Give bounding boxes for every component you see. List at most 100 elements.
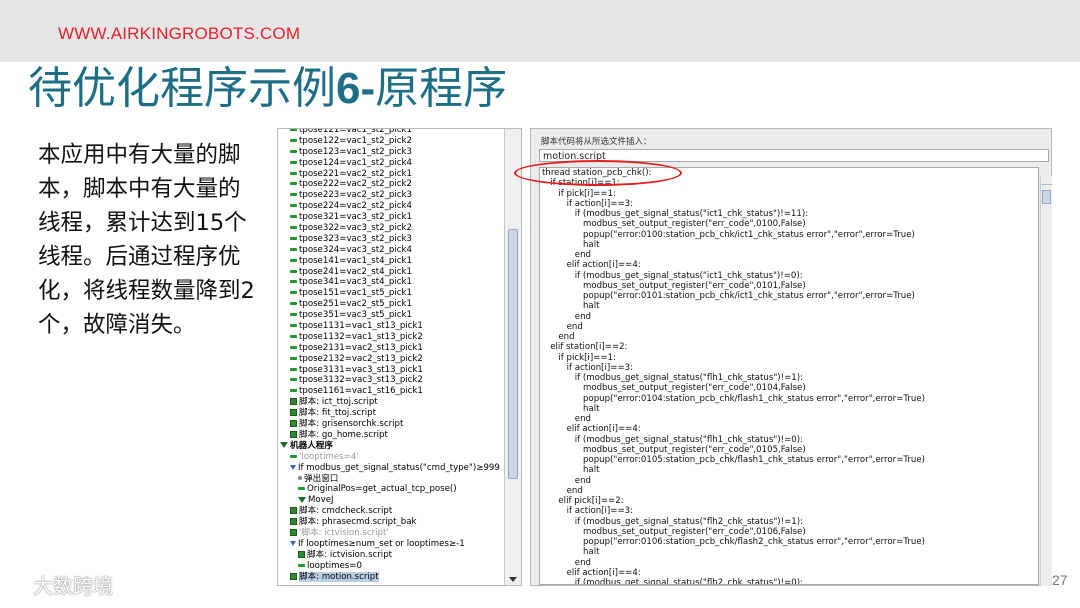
tree-node[interactable]: 弹出窗口 xyxy=(278,474,504,485)
assign-icon xyxy=(290,345,297,349)
tree-node[interactable]: 'looptimes=4' xyxy=(278,452,504,463)
code-line: end xyxy=(542,311,591,322)
assign-icon xyxy=(290,171,297,175)
assign-icon xyxy=(290,193,297,197)
tree-node[interactable]: tpose251=vac2_st5_pick1 xyxy=(278,299,504,310)
tree-node[interactable]: tpose322=vac3_st2_pick2 xyxy=(278,223,504,234)
tree-node[interactable]: tpose1161=vac1_st16_pick1 xyxy=(278,386,504,397)
tree-node[interactable]: tpose221=vac2_st2_pick1 xyxy=(278,169,504,180)
assign-icon xyxy=(290,313,297,317)
code-line: if pick[i]==1: xyxy=(542,188,616,199)
tree-node[interactable]: tpose2131=vac2_st13_pick1 xyxy=(278,343,504,354)
tree-node[interactable]: 脚本: motion.script xyxy=(278,571,504,583)
tree-node[interactable]: tpose121=vac1_st2_pick1 xyxy=(278,129,504,136)
code-line: popup("error:0106:station_pcb_chk/flash2… xyxy=(542,537,926,547)
code-line: popup("error:0105:station_pcb_chk/flash1… xyxy=(542,455,926,465)
tree-node-label: 脚本: ictvision.script xyxy=(307,549,393,560)
code-line: halt xyxy=(542,239,600,250)
tree-node[interactable]: tpose223=vac2_st2_pick3 xyxy=(278,190,504,201)
tree-node-label: tpose123=vac1_st2_pick3 xyxy=(299,146,412,157)
program-tree[interactable]: tpose121=vac1_st2_pick1 tpose122=vac1_st2… xyxy=(277,128,522,586)
script-editor-panel: 脚本代码将从所选文件插入： motion.script thread stati… xyxy=(530,128,1052,586)
code-line: halt xyxy=(542,301,600,312)
tree-node[interactable]: If looptimes≥num_set or looptimes≥-1 xyxy=(278,539,504,550)
code-scrollbar[interactable] xyxy=(1040,176,1052,586)
tree-node-label: 弹出窗口 xyxy=(304,473,339,484)
watermark: 大数跨境 xyxy=(4,570,113,599)
tree-list: tpose121=vac1_st2_pick1 tpose122=vac1_st2… xyxy=(278,129,504,583)
tree-node[interactable]: 机器人程序 xyxy=(278,441,504,452)
code-line: end xyxy=(542,250,591,260)
tree-node[interactable]: tpose122=vac1_st2_pick2 xyxy=(278,136,504,147)
code-line: modbus_set_output_register("err_code",01… xyxy=(542,444,806,455)
tree-node[interactable]: 脚本: ict_ttoj.script xyxy=(278,397,504,408)
title-num: 6- xyxy=(336,64,376,113)
code-line: if action[i]==3: xyxy=(542,362,634,373)
code-line: modbus_set_output_register("err_code",01… xyxy=(542,526,806,537)
tree-node[interactable]: tpose2132=vac2_st13_pick2 xyxy=(278,354,504,365)
scroll-down-arrow-icon[interactable] xyxy=(509,577,517,582)
title-cn2: 原程序 xyxy=(375,63,508,114)
script-icon xyxy=(290,420,297,428)
code-scroll-thumb[interactable] xyxy=(1042,190,1051,204)
tree-node[interactable]: '脚本: ictvision.script' xyxy=(278,528,504,539)
tree-node[interactable]: tpose224=vac2_st2_pick4 xyxy=(278,201,504,212)
tree-node[interactable]: MoveJ xyxy=(278,495,504,506)
popup-icon xyxy=(298,476,302,480)
assign-icon xyxy=(290,389,297,393)
tree-node[interactable]: tpose123=vac1_st2_pick3 xyxy=(278,147,504,158)
tree-node[interactable]: tpose341=vac3_st4_pick1 xyxy=(278,277,504,288)
tree-node[interactable]: looptimes=0 xyxy=(278,561,504,572)
tree-node[interactable]: tpose351=vac3_st5_pick1 xyxy=(278,310,504,321)
tree-node-label: tpose224=vac2_st2_pick4 xyxy=(299,201,412,212)
tree-node-label: OriginalPos=get_actual_tcp_pose() xyxy=(307,484,457,495)
code-area[interactable]: thread station_pcb_chk(): if station[i]=… xyxy=(539,167,1039,585)
tree-node-label: tpose322=vac3_st2_pick2 xyxy=(299,223,412,234)
script-icon xyxy=(290,572,297,580)
code-line: end xyxy=(542,321,583,332)
tree-node-label: If looptimes≥num_set or looptimes≥-1 xyxy=(298,538,465,549)
tree-node[interactable]: tpose241=vac2_st4_pick1 xyxy=(278,267,504,278)
tree-node[interactable]: tpose3132=vac3_st13_pick2 xyxy=(278,375,504,386)
assign-icon xyxy=(290,138,297,142)
tree-node-label: tpose124=vac1_st2_pick4 xyxy=(299,157,412,168)
tree-node[interactable]: tpose151=vac1_st5_pick1 xyxy=(278,288,504,299)
tree-node[interactable]: tpose1131=vac1_st13_pick1 xyxy=(278,321,504,332)
tree-node[interactable]: tpose222=vac2_st2_pick2 xyxy=(278,179,504,190)
tree-node-label: tpose2132=vac2_st13_pick2 xyxy=(299,353,423,364)
tree-node[interactable]: tpose3131=vac3_st13_pick1 xyxy=(278,365,504,376)
tree-node[interactable]: 脚本: ictvision.script xyxy=(278,550,504,561)
tree-node-label: If modbus_get_signal_status("cmd_type")≥… xyxy=(298,462,500,473)
scroll-up-arrow-icon[interactable] xyxy=(1041,176,1052,185)
tree-node[interactable]: 脚本: phrasecmd.script_bak xyxy=(278,517,504,528)
code-line: if pick[i]==1: xyxy=(542,352,616,363)
tree-scrollbar[interactable] xyxy=(504,129,521,585)
tree-node-label: tpose341=vac3_st4_pick1 xyxy=(299,277,412,288)
tree-node[interactable]: tpose141=vac1_st4_pick1 xyxy=(278,256,504,267)
tree-node[interactable]: 脚本: grisensorchk.script xyxy=(278,419,504,430)
assign-icon xyxy=(290,269,297,273)
tree-node-label: 机器人程序 xyxy=(290,440,333,451)
tree-node[interactable]: 脚本: cmdcheck.script xyxy=(278,506,504,517)
tree-node[interactable]: OriginalPos=get_actual_tcp_pose() xyxy=(278,484,504,495)
tree-node[interactable]: tpose321=vac3_st2_pick1 xyxy=(278,212,504,223)
code-line: end xyxy=(542,332,575,342)
assign-icon xyxy=(290,367,297,371)
script-icon xyxy=(290,398,297,406)
tree-node[interactable]: If modbus_get_signal_status("cmd_type")≥… xyxy=(278,463,504,474)
code-line: elif station[i]==2: xyxy=(542,342,628,353)
code-line: end xyxy=(542,485,583,496)
code-line: if (modbus_get_signal_status("flh1_chk_s… xyxy=(542,373,804,383)
tree-scroll-thumb[interactable] xyxy=(508,229,518,479)
tree-node[interactable]: tpose324=vac3_st2_pick4 xyxy=(278,245,504,256)
tree-node-label: 脚本: phrasecmd.script_bak xyxy=(299,517,417,528)
tree-node[interactable]: tpose124=vac1_st2_pick4 xyxy=(278,158,504,169)
script-icon xyxy=(290,518,297,526)
code-lines: thread station_pcb_chk(): if station[i]=… xyxy=(542,168,926,584)
tree-node[interactable]: tpose323=vac3_st2_pick3 xyxy=(278,234,504,245)
tree-node[interactable]: 脚本: fit_ttoj.script xyxy=(278,408,504,419)
code-line: end xyxy=(542,414,591,424)
tree-node[interactable]: tpose1132=vac1_st13_pick2 xyxy=(278,332,504,343)
tree-node[interactable]: 脚本: go_home.script xyxy=(278,430,504,441)
tree-node-label: tpose323=vac3_st2_pick3 xyxy=(299,233,412,244)
